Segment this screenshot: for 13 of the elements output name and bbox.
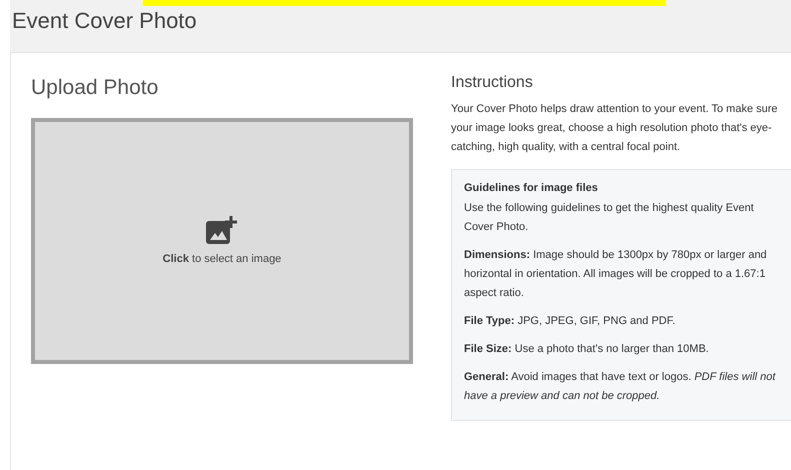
instructions-heading: Instructions	[451, 73, 534, 92]
image-drop-zone[interactable]: Click to select an image	[31, 118, 413, 364]
add-image-icon	[205, 214, 239, 245]
guideline-text: Dimensions: Image should be 1300px by 780px or larger and horizontal in orientation. All images will be cropped to a 1.67:1 aspect ratio.	[464, 248, 768, 302]
guideline-text: File Size: Use a photo that's no larger than 10MB.	[464, 342, 710, 358]
instructions-text: Your Cover Photo helps draw attention to your event. To make sure your image looks great, choose a high resolution photo that's eye-catching, high quality, with a central focal point.	[451, 102, 779, 156]
guideline-text: General: Avoid images that have text or logos. PDF files will not have a preview and can not be cropped.	[464, 370, 777, 404]
guideline-text: File Type: JPG, JPEG, GIF, PNG and PDF.	[464, 314, 676, 330]
section-heading: Upload Photo	[31, 75, 160, 100]
page-title: Event Cover Photo	[12, 8, 198, 34]
guideline-text: Use the following guidelines to get the highest quality Event Cover Photo.	[464, 201, 755, 236]
upload-prompt: Click to select an image	[162, 252, 282, 267]
guidelines-heading: Guidelines for image files	[464, 182, 599, 196]
